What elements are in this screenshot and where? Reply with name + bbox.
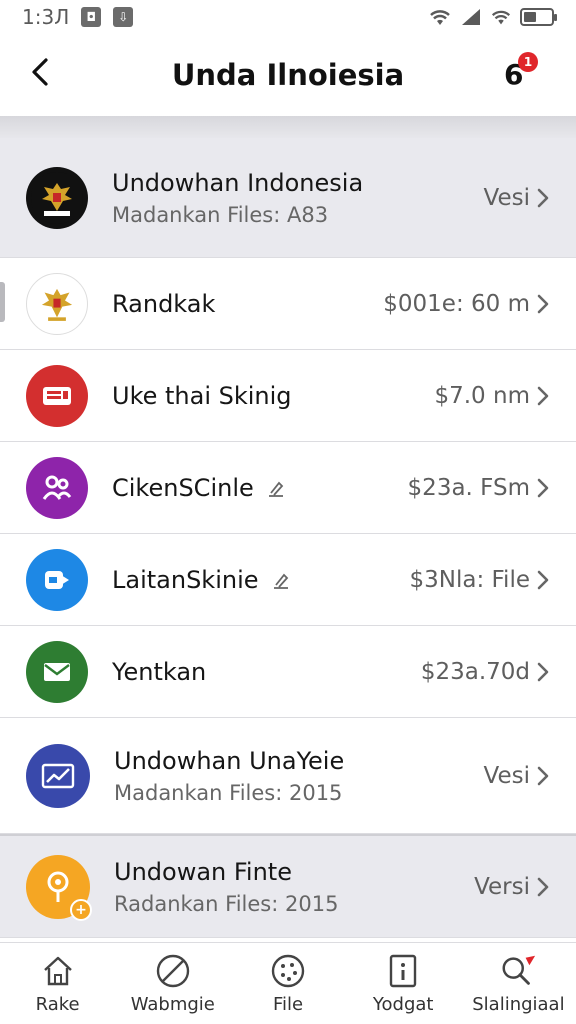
chart-icon xyxy=(26,743,90,808)
people-icon xyxy=(26,456,88,519)
info-card-icon xyxy=(384,952,422,990)
item-title-text: CikenSCinle xyxy=(112,473,254,502)
tag-icon xyxy=(26,548,88,611)
page-title: Unda Ilnoiesia xyxy=(171,58,405,92)
item-title: CikenSCinle xyxy=(112,474,285,502)
edit-icon xyxy=(274,573,289,589)
edge-handle[interactable] xyxy=(0,282,5,322)
nav-label: Slalingiaal xyxy=(472,994,565,1015)
list-item[interactable]: Uke thai Skinig $7.0 nm xyxy=(0,350,576,442)
chevron-right-icon xyxy=(537,188,549,207)
location-pin-icon: + xyxy=(26,854,92,921)
wifi-icon xyxy=(430,10,450,25)
nav-item-yodgat[interactable]: Yodgat xyxy=(346,943,461,1024)
battery-icon xyxy=(520,8,557,26)
item-subtitle: Radankan Files: 2015 xyxy=(114,891,339,916)
bottom-navigation: Rake Wabmgie File Yodgat Slalingiaal xyxy=(0,942,576,1024)
item-meta: Versi xyxy=(474,873,530,900)
edit-icon xyxy=(269,481,284,497)
nav-item-slalingiaal[interactable]: Slalingiaal xyxy=(461,943,576,1024)
list-item[interactable]: Randkak $001e: 60 m xyxy=(0,258,576,350)
search-icon xyxy=(499,952,537,990)
list-item[interactable]: Undowhan Indonesia Madankan Files: A83 V… xyxy=(0,138,576,258)
chevron-right-icon xyxy=(537,662,549,681)
nav-label: Wabmgie xyxy=(130,994,215,1015)
chevron-left-icon xyxy=(32,58,48,86)
item-meta: Vesi xyxy=(483,184,530,211)
item-title: Yentkan xyxy=(112,657,207,686)
chevron-right-icon xyxy=(537,766,549,785)
item-subtitle: Madankan Files: A83 xyxy=(112,202,329,227)
radio-icon xyxy=(26,364,88,427)
status-bar: 1:3Л ◘ ⇩ xyxy=(0,0,576,34)
list-item[interactable]: CikenSCinle $23a. FSm xyxy=(0,442,576,534)
nav-item-rake[interactable]: Rake xyxy=(0,943,115,1024)
palette-icon xyxy=(269,952,307,990)
nav-item-file[interactable]: File xyxy=(230,943,345,1024)
screenshot-icon: ◘ xyxy=(81,7,102,27)
garuda-emblem-icon xyxy=(26,166,88,229)
item-meta: $3Nla: File xyxy=(409,566,530,593)
item-list: Undowhan Indonesia Madankan Files: A83 V… xyxy=(0,138,576,938)
home-icon xyxy=(39,952,77,990)
app-header: Unda Ilnoiesia 6 1 xyxy=(0,34,576,116)
wifi-icon xyxy=(491,10,511,25)
list-item[interactable]: LaitanSkinie $3Nla: File xyxy=(0,534,576,626)
chevron-right-icon xyxy=(537,386,549,405)
item-title-text: LaitanSkinie xyxy=(112,565,259,594)
item-title: LaitanSkinie xyxy=(112,566,290,594)
nav-label: Rake xyxy=(35,994,80,1015)
back-button[interactable] xyxy=(20,52,60,92)
item-meta: Vesi xyxy=(483,762,530,789)
item-title: Undowan Finte xyxy=(114,857,292,886)
item-meta: $23a.70d xyxy=(420,658,530,685)
chevron-right-icon xyxy=(537,478,549,497)
chevron-right-icon xyxy=(537,294,549,313)
item-meta: $7.0 nm xyxy=(434,382,530,409)
add-badge-icon: + xyxy=(70,898,92,921)
notifications-button[interactable]: 6 1 xyxy=(504,50,548,94)
item-subtitle: Madankan Files: 2015 xyxy=(114,780,343,805)
notification-badge: 1 xyxy=(518,52,538,72)
signal-icon xyxy=(462,9,480,25)
nav-label: File xyxy=(272,994,304,1015)
list-item[interactable]: + Undowan Finte Radankan Files: 2015 Ver… xyxy=(0,834,576,938)
list-item[interactable]: Undowhan UnaYeie Madankan Files: 2015 Ve… xyxy=(0,718,576,834)
item-title: Undowhan Indonesia xyxy=(112,168,364,197)
chevron-right-icon xyxy=(537,570,549,589)
item-title: Randkak xyxy=(112,289,216,318)
chevron-right-icon xyxy=(537,877,549,896)
item-meta: $23a. FSm xyxy=(407,474,530,501)
list-item[interactable]: Yentkan $23a.70d xyxy=(0,626,576,718)
no-symbol-icon xyxy=(154,952,192,990)
item-meta: $001e: 60 m xyxy=(383,290,530,317)
mail-icon xyxy=(26,640,88,703)
nav-label: Yodgat xyxy=(372,994,434,1015)
item-title: Undowhan UnaYeie xyxy=(114,746,345,775)
status-time: 1:3Л xyxy=(22,5,70,29)
item-title: Uke thai Skinig xyxy=(112,381,292,410)
garuda-emblem-icon xyxy=(26,272,88,335)
download-icon: ⇩ xyxy=(113,7,134,27)
nav-item-wabmgie[interactable]: Wabmgie xyxy=(115,943,230,1024)
